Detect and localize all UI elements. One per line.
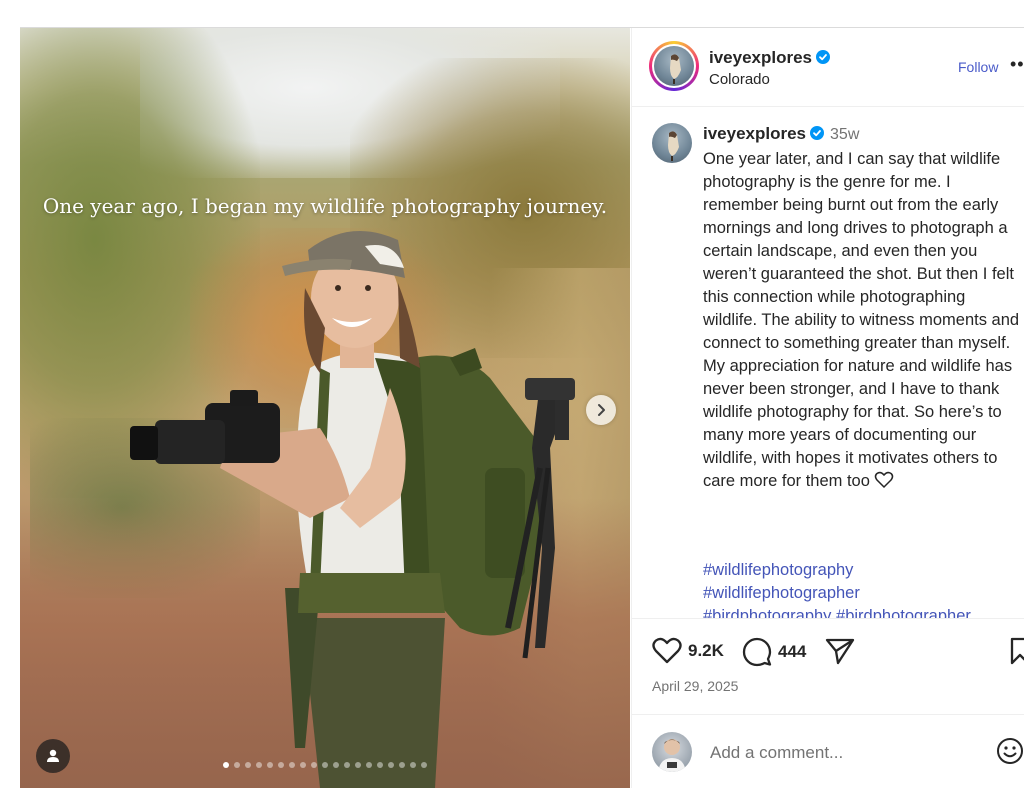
post-actions: 9.2K 444 April 29, 2025 (632, 618, 1024, 713)
carousel-dot (377, 762, 383, 768)
carousel-dot (322, 762, 328, 768)
carousel-dot (421, 762, 427, 768)
hashtag-link[interactable]: #wildlifephotography (703, 561, 853, 579)
avatar (654, 46, 694, 86)
bookmark-icon[interactable] (1010, 637, 1024, 665)
carousel-dot (410, 762, 416, 768)
header-location[interactable]: Colorado (709, 71, 770, 88)
carousel-dot (300, 762, 306, 768)
emoji-button[interactable] (996, 737, 1024, 770)
carousel-indicator (20, 762, 630, 768)
post-side-panel: iveyexplores Colorado Follow •• iveyexpl… (631, 28, 1024, 788)
hashtag-link[interactable]: #birdphotography (703, 607, 831, 618)
comment-count[interactable]: 444 (778, 642, 806, 662)
emoji-icon[interactable] (996, 737, 1024, 765)
photographer-figure (130, 231, 575, 788)
post-date[interactable]: April 29, 2025 (652, 678, 738, 694)
save-action[interactable] (1010, 637, 1024, 665)
heart-emoji-icon (874, 471, 894, 489)
carousel-dot (234, 762, 240, 768)
hashtag-link[interactable]: #wildlifephotographer (703, 584, 860, 602)
caption-header: iveyexplores 35w (703, 124, 859, 144)
carousel-dot (311, 762, 317, 768)
carousel-dot (245, 762, 251, 768)
current-user-avatar[interactable] (652, 732, 692, 772)
carousel-dot (256, 762, 262, 768)
caption-area: iveyexplores 35w One year later, and I ca… (632, 108, 1024, 618)
carousel-dot (344, 762, 350, 768)
comment-input[interactable] (708, 737, 982, 769)
post-header: iveyexplores Colorado Follow •• (632, 28, 1024, 107)
hashtag-link[interactable]: #birdphotographer (836, 607, 971, 618)
carousel-next-button[interactable] (586, 395, 616, 425)
caption-avatar[interactable] (652, 123, 692, 163)
caption-username[interactable]: iveyexplores (703, 124, 806, 143)
verified-icon (810, 126, 825, 140)
comment-bar (632, 714, 1024, 788)
chevron-right-icon (598, 404, 605, 416)
photo-overlay-text: One year ago, I began my wildlife photog… (42, 194, 608, 218)
header-username[interactable]: iveyexplores (709, 48, 831, 68)
follow-button[interactable]: Follow (958, 59, 998, 75)
like-count[interactable]: 9.2K (688, 641, 724, 661)
post-photo[interactable]: One year ago, I began my wildlife photog… (20, 28, 630, 788)
like-action[interactable]: 9.2K (652, 637, 724, 665)
header-username-text[interactable]: iveyexplores (709, 48, 812, 67)
caption-timestamp[interactable]: 35w (830, 126, 859, 143)
carousel-dot (289, 762, 295, 768)
verified-icon (816, 50, 831, 64)
more-icon[interactable]: •• (1010, 54, 1024, 75)
caption-hashtags: #wildlifephotography #wildlifephotographe… (703, 559, 1021, 618)
comment-action[interactable]: 444 (742, 637, 806, 667)
caption-body: One year later, and I can say that wildl… (703, 150, 1024, 490)
carousel-dot (267, 762, 273, 768)
carousel-dot (278, 762, 284, 768)
carousel-dot (399, 762, 405, 768)
carousel-dot (355, 762, 361, 768)
carousel-dot (366, 762, 372, 768)
share-icon[interactable] (825, 637, 855, 665)
caption-text: One year later, and I can say that wildl… (703, 148, 1021, 493)
share-action[interactable] (825, 637, 855, 665)
comment-icon[interactable] (742, 637, 772, 667)
heart-icon[interactable] (652, 637, 682, 665)
carousel-dot (333, 762, 339, 768)
carousel-dot (388, 762, 394, 768)
story-avatar[interactable] (649, 41, 699, 91)
carousel-dot (223, 762, 229, 768)
